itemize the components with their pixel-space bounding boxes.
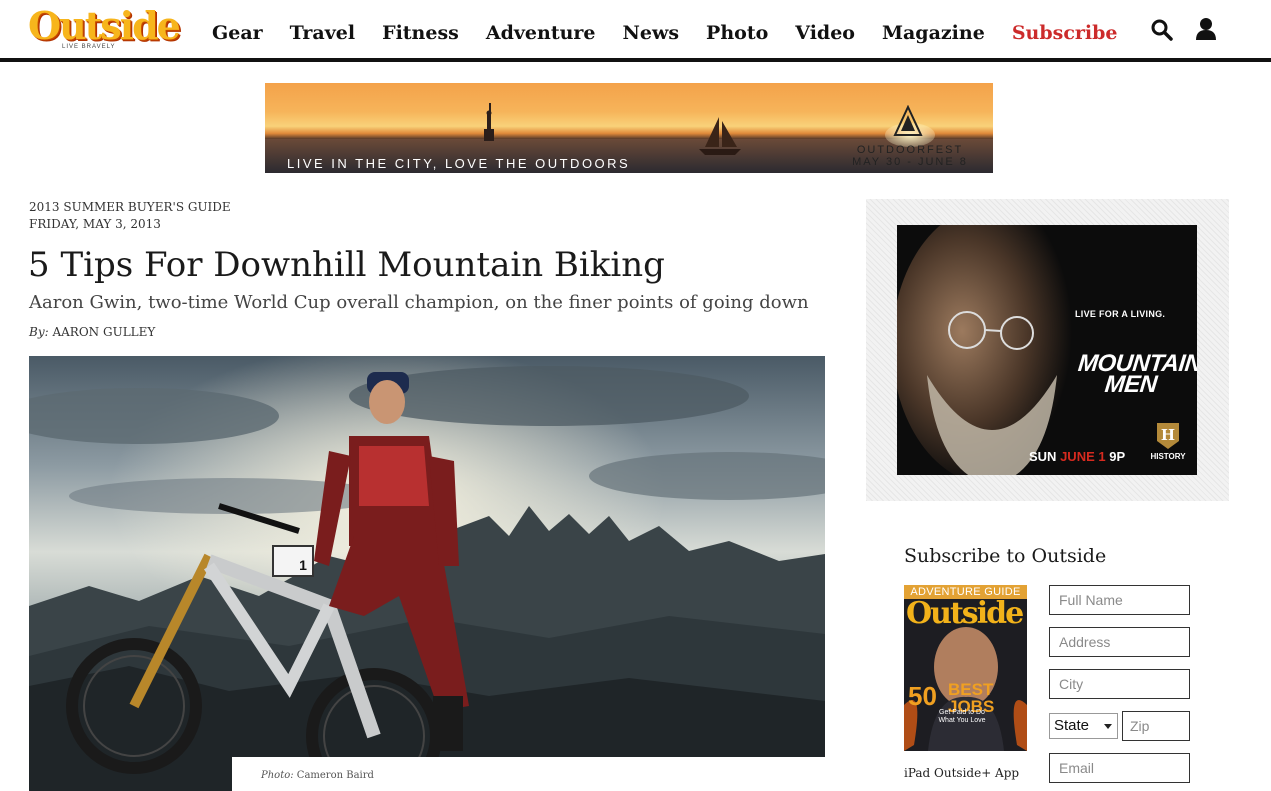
logo-tagline: LIVE BRAVELY <box>62 44 116 50</box>
hero-photo-scene <box>29 356 825 791</box>
subscribe-title: Subscribe to Outside <box>904 545 1107 567</box>
nav-magazine[interactable]: Magazine <box>882 18 985 48</box>
address-field[interactable] <box>1049 627 1190 657</box>
cover-number: 50 <box>908 681 937 711</box>
main-nav: Gear Travel Fitness Adventure News Photo… <box>212 18 1145 48</box>
state-select[interactable]: State <box>1049 713 1118 739</box>
statue-silhouette-icon <box>484 103 494 141</box>
banner-brand-name: OUTDOORFEST <box>856 144 964 156</box>
zip-field[interactable] <box>1122 711 1190 741</box>
article-kicker[interactable]: 2013 SUMMER BUYER'S GUIDE <box>29 199 231 215</box>
ad-airdate: SUN JUNE 1 9P <box>1029 449 1125 464</box>
number-plate: 1 <box>299 557 307 573</box>
user-icon[interactable] <box>1195 17 1217 41</box>
byline-author[interactable]: AARON GULLEY <box>52 325 155 339</box>
nav-photo[interactable]: Photo <box>706 18 768 48</box>
article-date: FRIDAY, MAY 3, 2013 <box>29 217 161 231</box>
sailboat-icon <box>699 117 741 155</box>
photo-credit: Cameron Baird <box>296 770 374 781</box>
banner-slogan: LIVE IN THE CITY, LOVE THE OUTDOORS <box>287 156 631 171</box>
search-icon[interactable] <box>1150 18 1174 42</box>
city-field[interactable] <box>1049 669 1190 699</box>
full-name-field[interactable] <box>1049 585 1190 615</box>
byline: By: AARON GULLEY <box>29 323 155 341</box>
outside-logo[interactable]: Outside LIVE BRAVELY <box>28 4 181 52</box>
site-header: Outside LIVE BRAVELY Gear Travel Fitness… <box>0 0 1271 62</box>
magazine-cover[interactable]: ADVENTURE GUIDE Outside 50 BEST JOBS Get… <box>904 585 1027 751</box>
state-select-value: State <box>1054 717 1090 734</box>
ad-date-prefix: SUN <box>1029 449 1057 464</box>
nav-adventure[interactable]: Adventure <box>486 18 596 48</box>
nav-travel[interactable]: Travel <box>290 18 355 48</box>
svg-text:H: H <box>1161 426 1175 444</box>
ad-tagline: LIVE FOR A LIVING. <box>1075 309 1166 319</box>
ad-network: H HISTORY <box>1145 421 1191 461</box>
ad-date-highlight: JUNE 1 <box>1060 449 1106 464</box>
history-logo-icon: H <box>1157 423 1179 449</box>
ad-time: 9P <box>1109 449 1126 464</box>
nav-subscribe[interactable]: Subscribe <box>1012 18 1118 48</box>
ad-network-name: HISTORY <box>1150 452 1186 461</box>
byline-label: By: <box>29 325 49 339</box>
email-field[interactable] <box>1049 753 1190 783</box>
ad-title: MOUNTAIN MEN <box>1076 350 1197 398</box>
outdoorfest-logo-icon <box>893 105 923 136</box>
article-dek: Aaron Gwin, two-time World Cup overall c… <box>29 292 809 313</box>
caption-label: Photo: <box>261 770 294 781</box>
nav-news[interactable]: News <box>623 18 680 48</box>
nav-video[interactable]: Video <box>795 18 855 48</box>
cover-masthead: Outside <box>906 596 1024 631</box>
mountain-men-ad[interactable]: LIVE FOR A LIVING. MOUNTAIN MEN H HISTOR… <box>897 225 1197 475</box>
ipad-app-link[interactable]: iPad Outside+ App <box>904 766 1019 780</box>
photo-caption: Photo: Cameron Baird <box>261 770 374 781</box>
hero-photo: 1 <box>29 356 825 791</box>
logo-wordmark[interactable]: Outside <box>28 4 181 48</box>
nav-fitness[interactable]: Fitness <box>382 18 459 48</box>
outdoorfest-banner-ad[interactable]: LIVE IN THE CITY, LOVE THE OUTDOORS OUTD… <box>265 83 993 173</box>
cover-subline: Get Paid to Do What You Love <box>938 709 986 724</box>
chevron-down-icon <box>1104 724 1112 729</box>
banner-dates: MAY 30 - JUNE 8 <box>852 156 968 168</box>
banner-brand: OUTDOORFEST MAY 30 - JUNE 8 <box>845 144 975 168</box>
article-headline: 5 Tips For Downhill Mountain Biking <box>28 245 665 285</box>
nav-gear[interactable]: Gear <box>212 18 263 48</box>
